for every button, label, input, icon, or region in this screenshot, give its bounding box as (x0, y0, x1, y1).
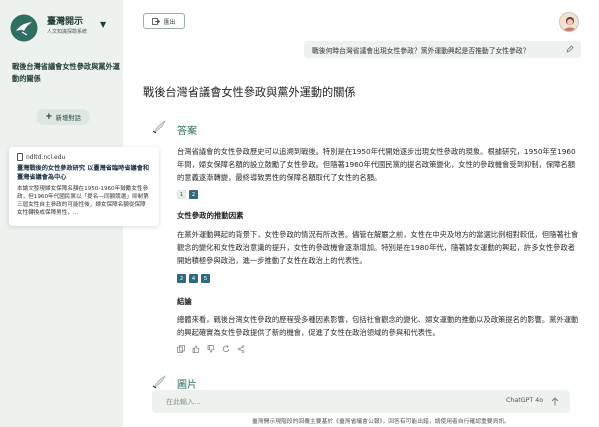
brand-title: 臺灣開示 (47, 17, 84, 27)
bird-logo-icon (10, 14, 38, 42)
citation-badge[interactable]: 1 (177, 190, 186, 199)
user-query-text: 戰後何時台灣省議會出現女性參政？黨外運動興起是否推動了女性參政？ (312, 46, 530, 55)
source-domain: ndltd.ncl.edu (26, 153, 66, 161)
thumbs-down-icon[interactable] (207, 345, 215, 353)
quill-icon (152, 375, 166, 389)
export-button[interactable]: 匯出 (143, 13, 185, 29)
citation-badge[interactable]: 4 (189, 274, 198, 283)
chevron-down-icon[interactable]: ▼ (100, 20, 106, 29)
arrow-up-icon (551, 397, 559, 406)
edit-icon[interactable] (566, 45, 574, 53)
answer-actions (177, 345, 245, 353)
brand-subtitle: 人文知識探勘系統 (47, 29, 88, 35)
user-query-bubble: 戰後何時台灣省議會出現女性參政？黨外運動興起是否推動了女性參政？ (304, 41, 581, 58)
quill-icon (152, 120, 166, 134)
model-selector[interactable]: ChatGPT 4o (506, 397, 543, 404)
source-title: 臺灣戰後的女性參政研究 以臺灣省臨時省議會和臺灣省議會為中心 (17, 165, 150, 181)
disclaimer-text: 臺灣開示現階段的回覆主要基於《臺灣省議會公報》，回答有可能出錯，請使用者自行確認… (252, 419, 510, 425)
share-icon[interactable] (237, 345, 245, 353)
export-label: 匯出 (163, 18, 176, 26)
source-snippet: 本論文發現婦女保障名額在1950-1960年鼓勵女性參政，但1960年代國民黨以… (17, 186, 149, 216)
subheading-drivers: 女性參政的推動因素 (177, 211, 244, 220)
images-heading: 圖片 (177, 380, 197, 391)
citation-badge[interactable]: 2 (177, 274, 186, 283)
answer-paragraph-2: 在黨外運動興起的背景下，女性參政的情況有所改善。儘管在解嚴之前，女性在中央及地方… (177, 230, 579, 265)
citation-group-2: 2 4 5 (177, 274, 210, 283)
refresh-icon[interactable] (222, 345, 230, 353)
answer-paragraph-3: 總體來看，戰後台灣女性參政的歷程受多種因素影響，包括社會觀念的變化、婦女運動的推… (177, 315, 579, 337)
export-icon (152, 17, 161, 25)
send-button[interactable] (549, 395, 561, 408)
new-chat-label: 新增對話 (55, 114, 81, 122)
page-title: 戰後台灣省議會女性參政與黨外運動的關係 (143, 86, 356, 99)
source-domain-row: ndltd.ncl.edu (17, 153, 151, 161)
document-icon (17, 153, 23, 161)
answer-paragraph-1: 台灣省議會的女性參政歷史可以追溯到戰後。特別是在1950年代開始逐步出現女性參政… (177, 147, 576, 182)
source-card[interactable]: ndltd.ncl.edu 臺灣戰後的女性參政研究 以臺灣省臨時省議會和臺灣省議… (9, 147, 159, 226)
citation-badge[interactable]: 2 (189, 190, 198, 199)
plus-icon: + (45, 112, 53, 122)
chat-composer: ChatGPT 4o (152, 390, 570, 413)
subheading-conclusion: 結論 (177, 297, 192, 306)
thumbs-up-icon[interactable] (192, 345, 200, 353)
sidebar-conversation-item[interactable]: 戰後台灣省議會女性參政與黨外運動的關係 (12, 61, 120, 85)
user-avatar-icon (563, 17, 577, 31)
avatar[interactable] (559, 12, 579, 32)
new-chat-button[interactable]: + 新增對話 (36, 109, 90, 125)
answer-heading: 答案 (177, 126, 197, 137)
citation-group-1: 1 2 (177, 190, 198, 199)
chat-input[interactable] (166, 395, 466, 408)
copy-icon[interactable] (177, 345, 185, 353)
citation-badge[interactable]: 5 (201, 274, 210, 283)
